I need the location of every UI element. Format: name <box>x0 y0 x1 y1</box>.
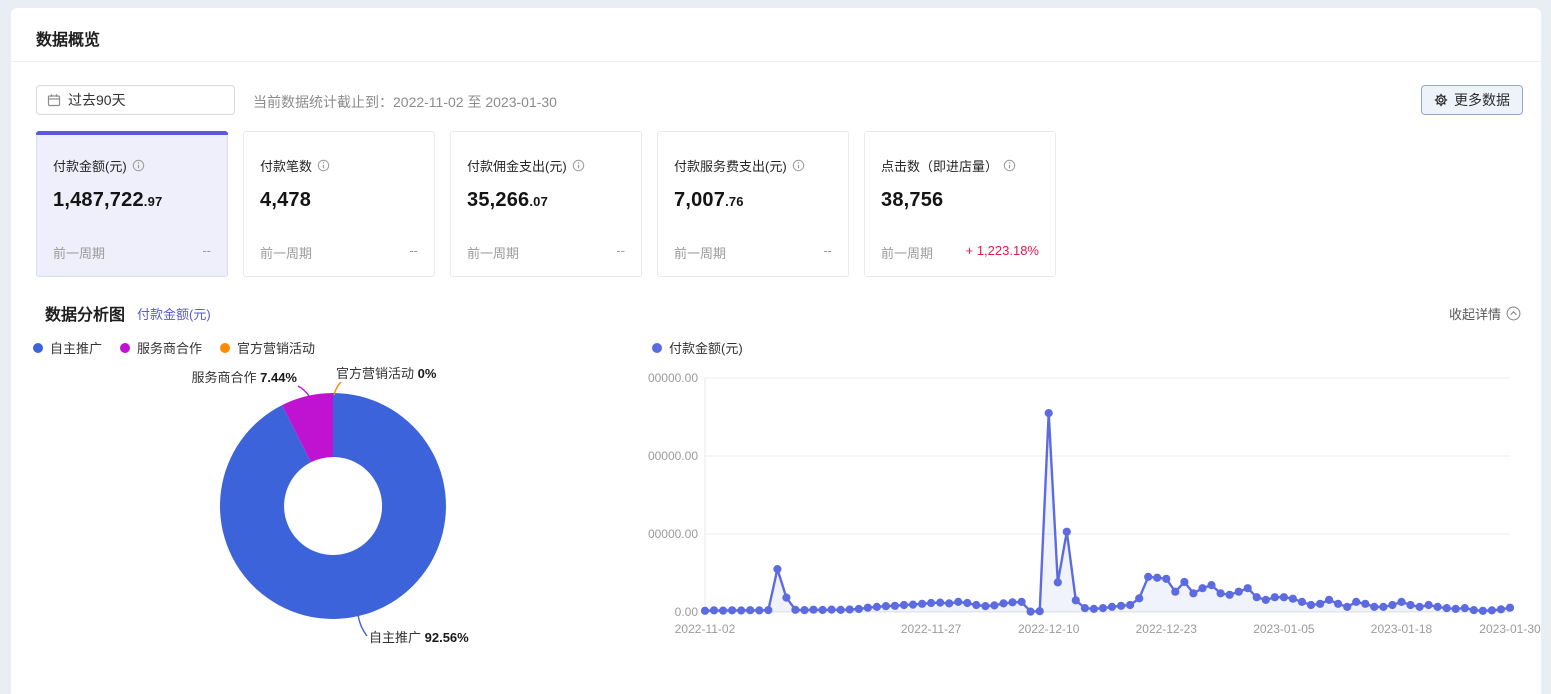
header-divider <box>11 61 1541 62</box>
collapse-label: 收起详情 <box>1449 304 1501 323</box>
info-icon[interactable] <box>317 159 330 172</box>
donut-chart[interactable]: 服务商合作 7.44% 官方营销活动 0% 自主推广 92.56% <box>20 355 640 665</box>
stat-card-service-fee-spend[interactable]: 付款服务费支出(元) 7,007.76 前一周期-- <box>657 131 849 277</box>
svg-text:2023-01-05: 2023-01-05 <box>1253 622 1315 636</box>
legend-dot <box>33 343 43 353</box>
more-data-button[interactable]: 更多数据 <box>1421 85 1523 115</box>
date-range-value: 过去90天 <box>68 90 126 110</box>
donut-chart-svg: 服务商合作 7.44% 官方营销活动 0% 自主推广 92.56% <box>20 355 640 665</box>
card-prev-row: 前一周期-- <box>260 243 418 262</box>
gear-icon <box>1434 93 1448 107</box>
dashboard-stage: 数据概览 过去90天 当前数据统计截止到：2022-11-02 至 2023-0… <box>0 0 1551 694</box>
info-icon[interactable] <box>792 159 805 172</box>
stat-cards-row: 付款金额(元) 1,487,722.97 前一周期-- 付款笔数 4,478 前… <box>36 131 1056 277</box>
card-value: 35,266.07 <box>467 189 625 212</box>
collapse-details-button[interactable]: 收起详情 <box>1449 304 1521 323</box>
data-overview-panel: 数据概览 过去90天 当前数据统计截止到：2022-11-02 至 2023-0… <box>11 8 1541 694</box>
svg-text:2023-01-30: 2023-01-30 <box>1479 622 1541 636</box>
metric-link[interactable]: 付款金额(元) <box>137 304 211 323</box>
card-value: 4,478 <box>260 189 418 212</box>
line-chart-legend[interactable]: 付款金额(元) <box>652 338 743 357</box>
card-prev-row: 前一周期-- <box>674 243 832 262</box>
info-icon[interactable] <box>132 159 145 172</box>
line-chart[interactable]: 付款金额(元) 0.00 100000.00 200000.00 300000.00 2… <box>648 330 1543 660</box>
calendar-icon <box>47 93 61 107</box>
card-prev-value: -- <box>823 243 832 262</box>
svg-text:200000.00: 200000.00 <box>648 449 698 463</box>
stat-card-payment-amount[interactable]: 付款金额(元) 1,487,722.97 前一周期-- <box>36 131 228 277</box>
card-prev-value: -- <box>202 243 211 262</box>
svg-text:2022-11-27: 2022-11-27 <box>901 622 962 636</box>
card-prev-value: + 1,223.18% <box>966 243 1039 262</box>
card-label: 付款金额(元) <box>53 156 127 175</box>
page-title: 数据概览 <box>36 26 100 50</box>
card-label: 付款佣金支出(元) <box>467 156 567 175</box>
card-prev-row: 前一周期-- <box>53 243 211 262</box>
svg-text:服务商合作 7.44%: 服务商合作 7.44% <box>192 370 298 385</box>
card-prev-value: -- <box>409 243 418 262</box>
date-range-input[interactable]: 过去90天 <box>36 85 235 115</box>
svg-text:官方营销活动 0%: 官方营销活动 0% <box>336 366 437 381</box>
stats-until-text: 当前数据统计截止到：2022-11-02 至 2023-01-30 <box>253 92 557 112</box>
info-icon[interactable] <box>572 159 585 172</box>
svg-text:2022-11-02: 2022-11-02 <box>675 622 736 636</box>
svg-text:100000.00: 100000.00 <box>648 527 698 541</box>
legend-dot <box>120 343 130 353</box>
stat-card-clicks[interactable]: 点击数（即进店量） 38,756 前一周期+ 1,223.18% <box>864 131 1056 277</box>
info-icon[interactable] <box>1003 159 1016 172</box>
card-value: 7,007.76 <box>674 189 832 212</box>
card-value: 1,487,722.97 <box>53 189 211 212</box>
card-prev-value: -- <box>616 243 625 262</box>
legend-dot <box>220 343 230 353</box>
svg-text:0.00: 0.00 <box>675 605 699 619</box>
svg-text:自主推广 92.56%: 自主推广 92.56% <box>369 630 469 645</box>
stat-card-payment-orders[interactable]: 付款笔数 4,478 前一周期-- <box>243 131 435 277</box>
card-value: 38,756 <box>881 189 1039 212</box>
svg-text:2022-12-23: 2022-12-23 <box>1136 622 1198 636</box>
card-prev-row: 前一周期+ 1,223.18% <box>881 243 1039 262</box>
card-prev-row: 前一周期-- <box>467 243 625 262</box>
analysis-section-header: 数据分析图 付款金额(元) 收起详情 <box>45 301 1521 325</box>
legend-dot <box>652 343 662 353</box>
chevron-up-circle-icon <box>1506 306 1521 321</box>
more-data-label: 更多数据 <box>1454 90 1510 110</box>
svg-text:2022-12-10: 2022-12-10 <box>1018 622 1080 636</box>
card-label: 付款笔数 <box>260 156 312 175</box>
stat-card-commission-spend[interactable]: 付款佣金支出(元) 35,266.07 前一周期-- <box>450 131 642 277</box>
svg-text:2023-01-18: 2023-01-18 <box>1371 622 1433 636</box>
line-chart-svg: 0.00 100000.00 200000.00 300000.00 2022-11-0… <box>648 330 1543 660</box>
card-label: 付款服务费支出(元) <box>674 156 787 175</box>
card-label: 点击数（即进店量） <box>881 156 998 175</box>
analysis-title: 数据分析图 <box>45 301 125 325</box>
svg-text:300000.00: 300000.00 <box>648 371 698 385</box>
